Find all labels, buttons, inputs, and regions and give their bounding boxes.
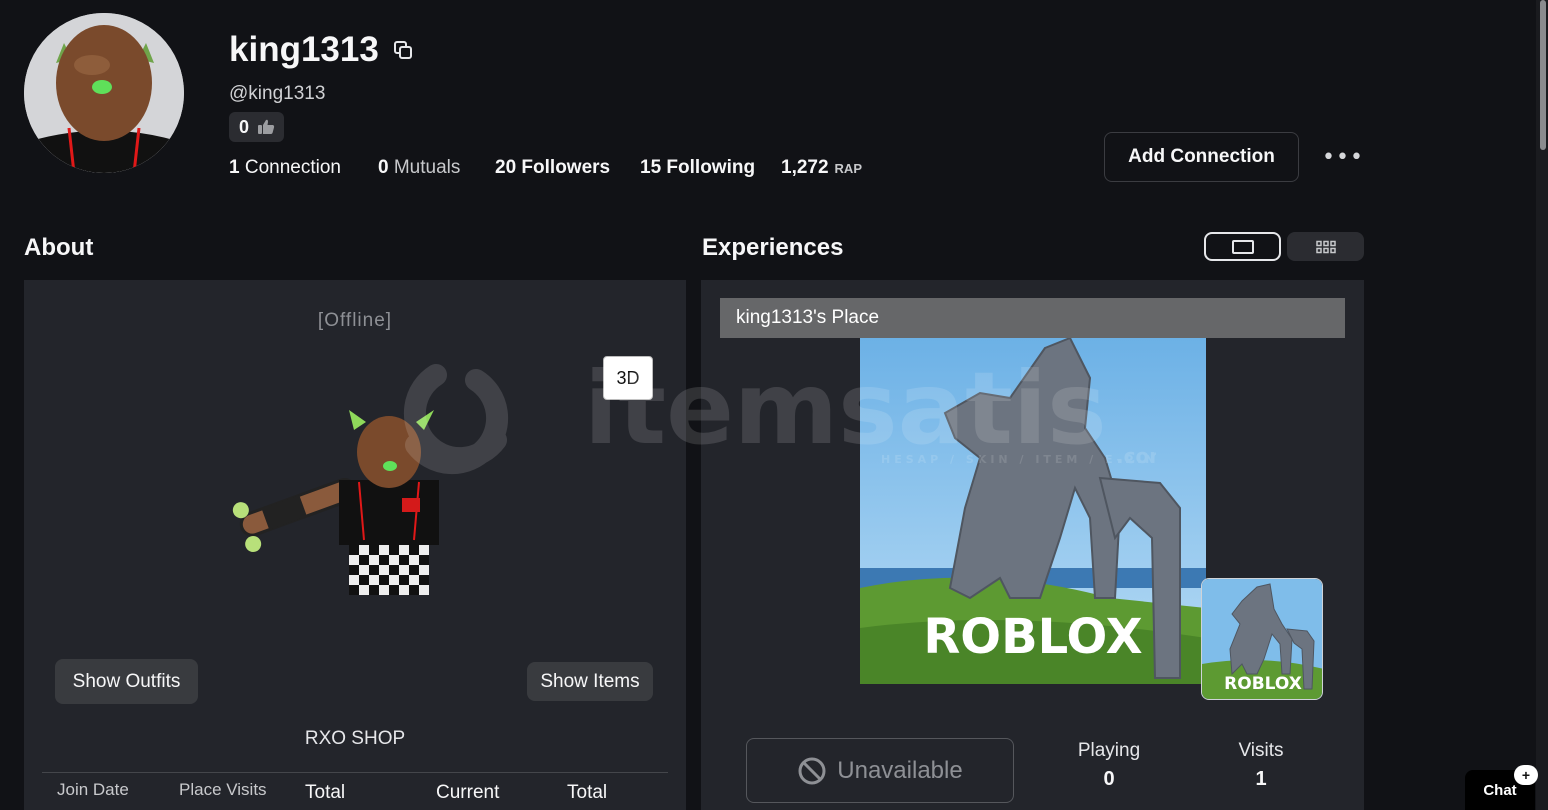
playing-count: 0 — [1103, 768, 1115, 790]
single-view-icon — [1231, 239, 1254, 254]
add-connection-button[interactable]: Add Connection — [1104, 132, 1299, 182]
about-panel: [Offline] 3D Show Outfits Show Items RXO… — [24, 280, 686, 810]
toggle-3d-button[interactable]: 3D — [603, 356, 653, 400]
stat-rap-value: 1,272 — [781, 157, 829, 178]
stat-connections[interactable]: 1 Connection — [229, 156, 341, 180]
stat-mutuals[interactable]: 0 Mutuals — [378, 156, 460, 180]
stat-followers[interactable]: 20 Followers — [495, 156, 610, 180]
total-column-label: Total — [305, 782, 346, 803]
experiences-heading: Experiences — [702, 234, 844, 261]
likes-badge[interactable]: 0 — [229, 112, 284, 142]
page-scrollbar-thumb[interactable] — [1540, 0, 1546, 150]
place-name: king1313's Place — [736, 307, 880, 328]
place-visits-label: Place Visits — [179, 780, 267, 799]
copy-icon[interactable] — [393, 40, 413, 60]
group-name[interactable]: RXO SHOP — [24, 728, 686, 750]
stat-rap-label: RAP — [834, 161, 862, 176]
play-button-unavailable[interactable]: Unavailable — [746, 738, 1014, 803]
playing-label: Playing — [1077, 740, 1141, 761]
avatar-3d-render — [232, 410, 439, 595]
visits-count: 1 — [1255, 768, 1267, 790]
grid-view-toggle[interactable] — [1287, 232, 1364, 261]
presence-status: [Offline] — [317, 310, 393, 331]
experiences-panel: king1313's Place ROBLOX ROBLOX Unavailab… — [701, 280, 1364, 810]
roblox-logo-text: ROBLOX — [923, 609, 1142, 665]
stat-rap: 1,272 RAP — [781, 156, 862, 181]
roblox-mini-logo-text: ROBLOX — [1224, 674, 1302, 694]
about-divider — [42, 772, 668, 773]
show-outfits-button[interactable]: Show Outfits — [55, 659, 198, 704]
current-column-label: Current — [436, 782, 500, 803]
stat-followers-value: 20 — [495, 157, 517, 178]
show-items-button[interactable]: Show Items — [527, 662, 653, 701]
total-column-label-2: Total — [567, 782, 608, 803]
username-handle: @king1313 — [229, 83, 326, 104]
stat-following-label: Following — [666, 157, 756, 178]
about-heading: About — [24, 234, 94, 261]
stat-following-value: 15 — [640, 157, 662, 178]
join-date-label: Join Date — [57, 780, 129, 799]
stat-mutuals-value: 0 — [378, 157, 389, 178]
slideshow-view-toggle[interactable] — [1204, 232, 1281, 261]
more-options-button[interactable]: ••• — [1322, 145, 1363, 170]
stat-following[interactable]: 15 Following — [640, 156, 755, 180]
stat-followers-label: Followers — [521, 157, 611, 178]
thumbs-up-icon — [258, 119, 275, 134]
grid-view-icon — [1315, 240, 1336, 253]
chat-badge: + — [1514, 765, 1538, 785]
likes-count: 0 — [239, 116, 250, 137]
blocked-icon — [798, 757, 826, 784]
place-thumbnail[interactable]: ROBLOX — [860, 338, 1206, 684]
stat-connections-value: 1 — [229, 157, 240, 178]
stat-connections-label: Connection — [244, 157, 341, 178]
place-title-bar[interactable]: king1313's Place — [720, 298, 1345, 338]
play-button-label: Unavailable — [837, 756, 963, 784]
place-icon[interactable]: ROBLOX — [1201, 578, 1323, 700]
avatar[interactable] — [24, 13, 184, 173]
place-icon-image: ROBLOX — [1202, 579, 1322, 699]
place-thumbnail-image: ROBLOX — [860, 338, 1206, 684]
display-name: king1313 — [229, 30, 379, 69]
avatar-headshot-image — [24, 13, 184, 173]
visits-label: Visits — [1238, 740, 1284, 761]
stat-mutuals-label: Mutuals — [393, 157, 461, 178]
